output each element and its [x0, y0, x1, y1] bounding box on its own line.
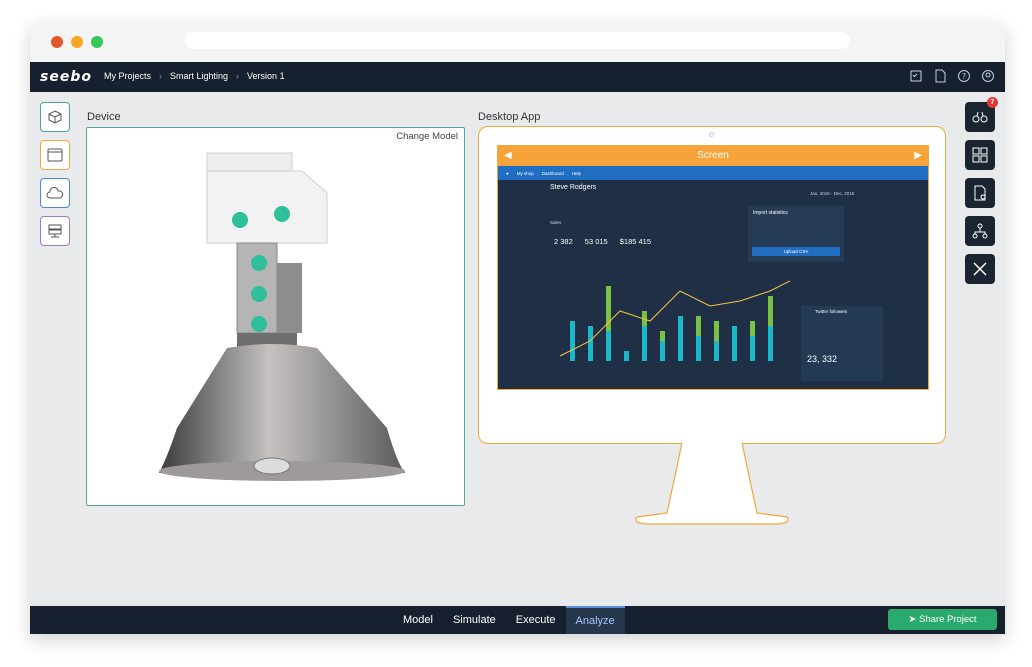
- tab-simulate[interactable]: Simulate: [443, 606, 506, 634]
- chevron-right-icon: ›: [159, 71, 163, 81]
- chevron-right-icon: ›: [236, 71, 240, 81]
- breadcrumb-version[interactable]: Version 1: [247, 71, 285, 81]
- import-card: Import statistics Upload CSV: [748, 206, 844, 262]
- server-icon: [48, 224, 62, 238]
- grid-button[interactable]: [965, 140, 995, 170]
- stat-views: 53 015: [584, 237, 608, 246]
- send-icon: ➤: [908, 614, 920, 625]
- server-button[interactable]: [40, 216, 70, 246]
- breadcrumb: My Projects › Smart Lighting › Version 1: [104, 71, 285, 81]
- right-toolbar: 7: [965, 97, 998, 284]
- checklist-icon[interactable]: [909, 69, 923, 83]
- window-icon: [47, 148, 63, 162]
- cloud-icon: [46, 187, 64, 199]
- grid-icon: [972, 147, 988, 163]
- header-icons: ?: [909, 69, 995, 83]
- sales-title: Sales: [550, 220, 562, 225]
- twitter-title: Twitter followers: [815, 309, 848, 314]
- change-model-link[interactable]: Change Model: [396, 131, 458, 142]
- browser-window: seebo My Projects › Smart Lighting › Ver…: [30, 22, 1005, 634]
- nav-dashboard[interactable]: Dashboard: [542, 171, 564, 176]
- share-project-label: Share Project: [919, 614, 977, 625]
- date-range[interactable]: Jan, 2016 - Dec, 2016: [810, 191, 854, 196]
- document-gear-icon: [974, 185, 986, 201]
- nav-help[interactable]: Help: [572, 171, 581, 176]
- chevron-right-icon[interactable]: ▶: [914, 146, 922, 166]
- breadcrumb-smart-lighting[interactable]: Smart Lighting: [170, 71, 228, 81]
- globe-icon: ●: [506, 170, 509, 176]
- breadcrumb-my-projects[interactable]: My Projects: [104, 71, 151, 81]
- device-title: Device: [87, 111, 121, 123]
- close-dot-icon[interactable]: [51, 36, 63, 48]
- desktop-monitor: ◀ Screen ▶ ● My shop Dashboard Help Stev…: [478, 126, 946, 444]
- twitter-card: Twitter followers 23, 332: [801, 306, 883, 381]
- tab-model[interactable]: Model: [393, 606, 443, 634]
- mode-tabs: Model Simulate Execute Analyze: [393, 606, 625, 634]
- lamp-illustration: [159, 152, 405, 481]
- desktop-app-title: Desktop App: [478, 111, 541, 123]
- hierarchy-icon: [972, 223, 988, 239]
- help-icon[interactable]: ?: [957, 69, 971, 83]
- minimize-dot-icon[interactable]: [71, 36, 83, 48]
- stat-revenue: $185 415: [619, 237, 652, 246]
- monitor-screen: ◀ Screen ▶ ● My shop Dashboard Help Stev…: [497, 145, 929, 390]
- screen-label: Screen: [697, 150, 729, 161]
- dashboard-nav: ● My shop Dashboard Help: [498, 166, 928, 180]
- camera-dot-icon: [709, 132, 714, 137]
- tab-analyze[interactable]: Analyze: [565, 606, 625, 634]
- browser-window-button[interactable]: [40, 140, 70, 170]
- hierarchy-button[interactable]: [965, 216, 995, 246]
- binoculars-icon: [972, 111, 988, 123]
- left-toolbar: [40, 102, 70, 246]
- binoculars-button[interactable]: 7: [965, 97, 998, 132]
- share-project-button[interactable]: ➤ Share Project: [888, 609, 997, 630]
- url-bar[interactable]: [185, 32, 850, 49]
- nav-my-shop[interactable]: My shop: [517, 171, 534, 176]
- document-settings-button[interactable]: [965, 178, 995, 208]
- twitter-value: 23, 332: [807, 354, 838, 364]
- cube-button[interactable]: [40, 102, 70, 132]
- import-title: Import statistics: [753, 210, 788, 216]
- cube-icon: [48, 110, 62, 124]
- dashboard-user: Steve Rodgers: [550, 184, 597, 191]
- svg-text:?: ?: [962, 72, 966, 81]
- app-header: seebo My Projects › Smart Lighting › Ver…: [30, 62, 1005, 92]
- chevron-left-icon[interactable]: ◀: [504, 146, 512, 166]
- upload-csv-button[interactable]: Upload CSV: [752, 247, 840, 256]
- dashboard-preview: ● My shop Dashboard Help Steve Rodgers J…: [498, 166, 928, 389]
- monitor-stand: [635, 443, 789, 525]
- sales-stats: 2 382 53 015 $185 415: [554, 237, 651, 246]
- stat-orders: 2 382: [554, 237, 573, 246]
- user-icon[interactable]: [981, 69, 995, 83]
- bottom-bar: Model Simulate Execute Analyze ➤ Share P…: [30, 606, 1005, 634]
- notification-badge: 7: [987, 97, 998, 108]
- title-bar: [30, 22, 1005, 62]
- screen-bar: ◀ Screen ▶: [498, 146, 928, 166]
- tab-execute[interactable]: Execute: [506, 606, 566, 634]
- sales-bar-chart: [559, 280, 790, 361]
- seebo-logo[interactable]: seebo: [40, 69, 92, 85]
- tools-icon: [973, 262, 987, 276]
- device-panel: Change Model: [86, 127, 465, 506]
- maximize-dot-icon[interactable]: [91, 36, 103, 48]
- tools-button[interactable]: [965, 254, 995, 284]
- document-icon[interactable]: [933, 69, 947, 83]
- cloud-button[interactable]: [40, 178, 70, 208]
